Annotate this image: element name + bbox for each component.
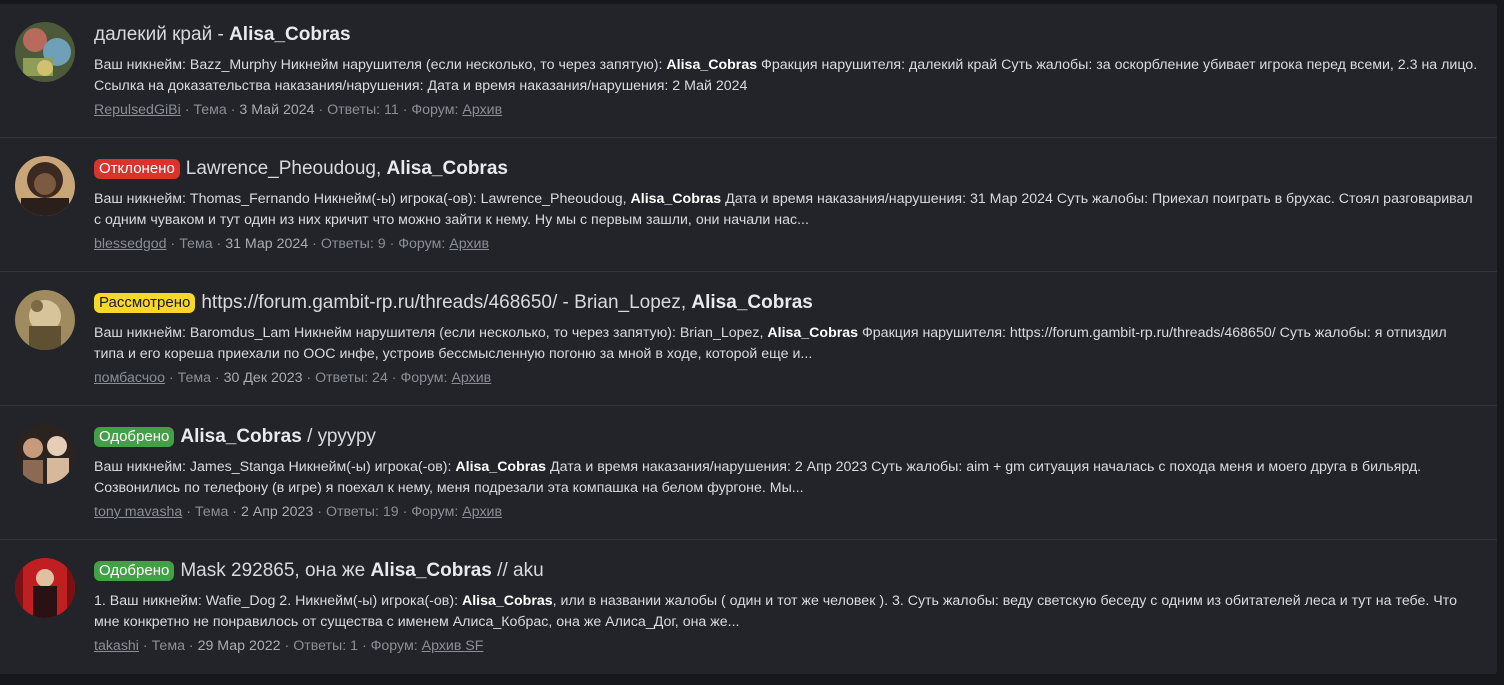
reply-count: Ответы: 19 — [325, 504, 399, 520]
title-text: https://forum.gambit-rp.ru/threads/46865… — [201, 292, 692, 313]
snippet-text: Ваш никнейм: James_Stanga Никнейм(-ы) иг… — [94, 459, 456, 475]
forum-label: Форум: — [370, 638, 418, 654]
search-results-panel: далекий край - Alisa_Cobras Ваш никнейм:… — [0, 4, 1497, 674]
content-type: Тема — [194, 504, 229, 520]
avatar-image — [15, 290, 75, 350]
result-meta: RepulsedGiBi · Тема · 3 Май 2024 · Ответ… — [94, 102, 503, 118]
search-result: Отклонено Lawrence_Pheoudoug, Alisa_Cobra… — [0, 138, 1497, 272]
content-type: Тема — [151, 638, 185, 654]
snippet-highlight: Alisa_Cobras — [630, 191, 722, 207]
post-date: 3 Май 2024 — [239, 102, 315, 118]
result-meta: blessedgod · Тема · 31 Мар 2024 · Ответы… — [94, 236, 489, 252]
title-highlight: Alisa_Cobras — [229, 24, 351, 45]
result-title[interactable]: Одобрено Mask 292865, она же Alisa_Cobras… — [94, 558, 1479, 584]
result-content: Отклонено Lawrence_Pheoudoug, Alisa_Cobra… — [94, 156, 1479, 255]
result-title[interactable]: Одобрено Alisa_Cobras / урууру — [94, 424, 1479, 450]
status-badge: Одобрено — [94, 561, 175, 581]
title-highlight: Alisa_Cobras — [386, 158, 508, 179]
author-link[interactable]: blessedgod — [94, 236, 167, 252]
status-badge: Отклонено — [94, 159, 180, 179]
post-date: 2 Апр 2023 — [240, 504, 314, 520]
post-date: 29 Мар 2022 — [197, 638, 281, 654]
forum-label: Форум: — [411, 102, 459, 118]
title-text: далекий край - — [94, 24, 230, 45]
forum-label: Форум: — [398, 236, 446, 252]
post-date: 31 Мар 2024 — [225, 236, 309, 252]
avatar[interactable] — [15, 156, 75, 216]
result-snippet: Ваш никнейм: Bazz_Murphy Никнейм нарушит… — [94, 55, 1479, 97]
avatar[interactable] — [15, 290, 75, 350]
reply-count: Ответы: 9 — [320, 236, 386, 252]
title-highlight: Alisa_Cobras — [691, 292, 813, 313]
reply-count: Ответы: 1 — [293, 638, 358, 654]
author-link[interactable]: RepulsedGiBi — [94, 102, 181, 118]
forum-link[interactable]: Архив — [462, 504, 502, 520]
avatar-image — [15, 156, 75, 216]
forum-link[interactable]: Архив — [462, 102, 502, 118]
avatar-image — [15, 424, 75, 484]
result-snippet: Ваш никнейм: Thomas_Fernando Никнейм(-ы)… — [94, 189, 1479, 231]
avatar[interactable] — [15, 22, 75, 82]
result-content: далекий край - Alisa_Cobras Ваш никнейм:… — [94, 22, 1479, 121]
title-text: // aku — [491, 560, 544, 581]
title-text: / урууру — [301, 426, 376, 447]
avatar-image — [15, 22, 75, 82]
snippet-text: Ваш никнейм: Thomas_Fernando Никнейм(-ы)… — [94, 191, 631, 207]
search-result: Рассмотрено https://forum.gambit-rp.ru/th… — [0, 272, 1497, 406]
reply-count: Ответы: 11 — [327, 102, 399, 118]
result-content: Одобрено Alisa_Cobras / урууру Ваш никней… — [94, 424, 1479, 523]
snippet-highlight: Alisa_Cobras — [666, 57, 758, 73]
result-meta: помбасчоо · Тема · 30 Дек 2023 · Ответы:… — [94, 370, 492, 386]
search-result: далекий край - Alisa_Cobras Ваш никнейм:… — [0, 4, 1497, 138]
forum-link[interactable]: Архив — [449, 236, 489, 252]
avatar[interactable] — [15, 424, 75, 484]
content-type: Тема — [179, 236, 213, 252]
result-snippet: 1. Ваш никнейм: Wafie_Dog 2. Никнейм(-ы)… — [94, 591, 1479, 633]
forum-label: Форум: — [411, 504, 459, 520]
author-link[interactable]: tony mavasha — [94, 504, 182, 520]
forum-label: Форум: — [400, 370, 448, 386]
author-link[interactable]: помбасчоо — [94, 370, 165, 386]
avatar[interactable] — [15, 558, 75, 618]
forum-link[interactable]: Архив — [451, 370, 491, 386]
result-snippet: Ваш никнейм: Baromdus_Lam Никнейм наруши… — [94, 323, 1479, 365]
result-title[interactable]: Рассмотрено https://forum.gambit-rp.ru/th… — [94, 290, 1479, 316]
reply-count: Ответы: 24 — [315, 370, 388, 386]
snippet-highlight: Alisa_Cobras — [461, 593, 553, 609]
result-snippet: Ваш никнейм: James_Stanga Никнейм(-ы) иг… — [94, 457, 1479, 499]
title-text: Lawrence_Pheoudoug, — [185, 158, 387, 179]
avatar-image — [15, 558, 75, 618]
result-content: Рассмотрено https://forum.gambit-rp.ru/th… — [94, 290, 1479, 389]
snippet-text: 1. Ваш никнейм: Wafie_Dog 2. Никнейм(-ы)… — [94, 593, 462, 609]
title-text: Mask 292865, она же — [180, 560, 371, 581]
snippet-highlight: Alisa_Cobras — [767, 325, 859, 341]
author-link[interactable]: takashi — [94, 638, 139, 654]
status-badge: Рассмотрено — [94, 293, 196, 313]
search-result: Одобрено Mask 292865, она же Alisa_Cobras… — [0, 540, 1497, 674]
snippet-text: Ваш никнейм: Bazz_Murphy Никнейм нарушит… — [94, 57, 667, 73]
result-title[interactable]: Отклонено Lawrence_Pheoudoug, Alisa_Cobra… — [94, 156, 1479, 182]
result-title[interactable]: далекий край - Alisa_Cobras — [94, 22, 1479, 48]
result-meta: takashi · Тема · 29 Мар 2022 · Ответы: 1… — [94, 638, 484, 654]
title-highlight: Alisa_Cobras — [370, 560, 492, 581]
result-content: Одобрено Mask 292865, она же Alisa_Cobras… — [94, 558, 1479, 657]
title-highlight: Alisa_Cobras — [180, 426, 302, 447]
result-meta: tony mavasha · Тема · 2 Апр 2023 · Ответ… — [94, 504, 502, 520]
search-result: Одобрено Alisa_Cobras / урууру Ваш никней… — [0, 406, 1497, 540]
status-badge: Одобрено — [94, 427, 175, 447]
snippet-text: Ваш никнейм: Baromdus_Lam Никнейм наруши… — [94, 325, 768, 341]
content-type: Тема — [193, 102, 227, 118]
post-date: 30 Дек 2023 — [223, 370, 303, 386]
forum-link[interactable]: Архив SF — [422, 638, 484, 654]
content-type: Тема — [177, 370, 211, 386]
snippet-highlight: Alisa_Cobras — [455, 459, 547, 475]
